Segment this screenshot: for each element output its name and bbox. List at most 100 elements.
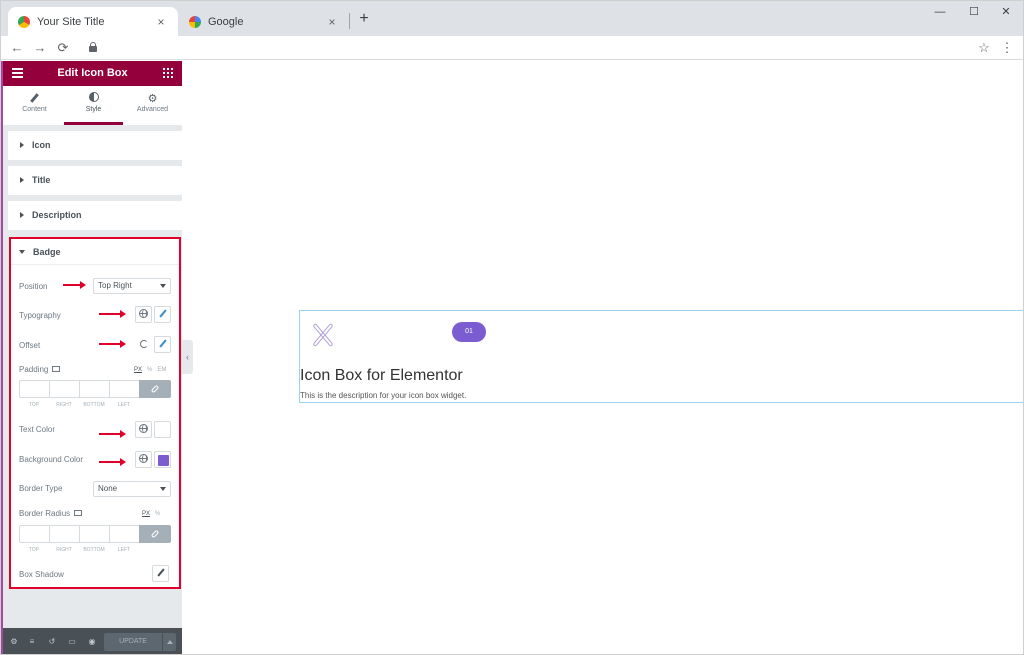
background-color-swatch[interactable] [154,451,171,468]
side-label: RIGHT [56,547,72,553]
panel-tabs: Content Style ⚙ Advanced [3,86,182,125]
back-button[interactable]: ← [8,39,26,57]
badge-section-header[interactable]: Badge [11,239,179,265]
section-label: Icon [32,140,51,150]
caret-right-icon [20,142,24,148]
window-close-button[interactable]: ✕ [991,4,1021,20]
unit-em[interactable]: EM [157,367,166,373]
chrome-icon [18,15,30,28]
typography-global-button[interactable] [135,306,152,323]
tab-strip: Your Site Title × Google × + — ☐ ✕ [1,1,1023,36]
lock-icon [89,42,97,52]
unit-percent[interactable]: % [155,511,160,517]
radius-top-input[interactable] [19,525,49,543]
padding-label: Padding [19,365,61,374]
icon-box-widget[interactable]: 01 Icon Box for Elementor This is the de… [299,310,1023,403]
tab-close-icon[interactable]: × [154,15,168,29]
tab-divider [349,13,350,29]
caret-down-icon [19,250,25,254]
reload-button[interactable]: ⟳ [54,39,72,57]
annotation-arrow [99,310,126,318]
panel-collapse-handle[interactable]: ‹ [182,340,193,374]
icon-box-description: This is the description for your icon bo… [300,391,467,400]
section-description[interactable]: Description [8,201,182,230]
preview-eye-icon[interactable]: ◉ [87,637,97,647]
section-label: Description [32,210,82,220]
padding-link-button[interactable] [139,380,171,398]
update-button[interactable]: UPDATE [104,633,162,651]
widgets-grid-icon[interactable] [163,68,173,78]
side-label: BOTTOM [83,547,105,553]
side-label: BOTTOM [83,402,105,408]
unit-percent[interactable]: % [147,367,152,373]
panel-title: Edit Icon Box [57,67,128,79]
annotation-arrow [63,281,86,289]
tab-title: Your Site Title [37,15,105,28]
section-title[interactable]: Title [8,166,182,195]
padding-bottom-input[interactable] [79,380,109,398]
padding-right-input[interactable] [49,380,79,398]
globe-icon [139,424,148,433]
padding-left-input[interactable] [109,380,139,398]
background-color-global-button[interactable] [135,451,152,468]
section-icon[interactable]: Icon [8,131,182,160]
tab-close-icon[interactable]: × [325,15,339,29]
gear-icon: ⚙ [147,93,158,105]
box-shadow-edit-button[interactable] [152,565,169,582]
annotation-arrow [99,340,126,348]
unit-px[interactable]: PX [142,511,150,517]
tab-title: Google [208,15,244,28]
navigator-icon[interactable]: ≡ [27,637,37,647]
radius-right-input[interactable] [49,525,79,543]
tab-advanced[interactable]: ⚙ Advanced [123,86,182,125]
border-type-value: None [98,484,118,493]
responsive-mode-icon[interactable]: ▭ [67,637,77,647]
radius-link-button[interactable] [139,525,171,543]
unit-px[interactable]: PX [134,367,142,373]
offset-edit-button[interactable] [154,336,171,353]
offset-reset-button[interactable] [135,336,152,353]
text-color-global-button[interactable] [135,421,152,438]
chevron-down-icon [160,284,166,288]
padding-top-input[interactable] [19,380,49,398]
text-color-label: Text Color [19,425,56,434]
padding-side-labels: TOP RIGHT BOTTOM LEFT [19,402,171,408]
address-bar[interactable] [83,38,963,58]
typography-label: Typography [19,311,61,320]
tab-google[interactable]: Google × [179,7,349,36]
browser-window: Your Site Title × Google × + — ☐ ✕ ← → ⟳… [0,0,1024,655]
update-options-button[interactable] [162,633,176,651]
maximize-button[interactable]: ☐ [959,4,989,20]
tab-style[interactable]: Style [64,86,123,125]
tab-your-site-title[interactable]: Your Site Title × [8,7,178,36]
icon-box-badge: 01 [452,322,486,342]
forward-button[interactable]: → [31,39,49,57]
padding-units: PX% EM [129,367,166,373]
elementor-panel: Edit Icon Box Content Style ⚙ Advanced I… [1,61,182,654]
bookmark-star-icon[interactable]: ☆ [976,39,992,57]
position-select[interactable]: Top Right [93,278,171,294]
tab-content[interactable]: Content [5,86,64,125]
contrast-icon [88,92,99,102]
border-radius-units: PX% [137,511,160,517]
text-color-swatch[interactable] [154,421,171,438]
settings-icon[interactable]: ⚙ [9,637,19,647]
pencil-icon [156,568,165,577]
position-label: Position [19,282,48,291]
pencil-icon [30,93,39,103]
background-color-label: Background Color [19,455,84,464]
section-label: Badge [33,247,61,257]
side-label: TOP [28,547,40,553]
caret-right-icon [20,177,24,183]
tab-label: Advanced [136,106,169,113]
border-type-label: Border Type [19,484,63,493]
border-type-select[interactable]: None [93,481,171,497]
browser-menu-icon[interactable]: ⋮ [999,39,1015,57]
radius-left-input[interactable] [109,525,139,543]
minimize-button[interactable]: — [925,4,955,20]
history-icon[interactable]: ↺ [47,637,57,647]
typography-edit-button[interactable] [154,306,171,323]
desktop-icon [74,510,83,516]
radius-bottom-input[interactable] [79,525,109,543]
new-tab-button[interactable]: + [356,9,372,29]
